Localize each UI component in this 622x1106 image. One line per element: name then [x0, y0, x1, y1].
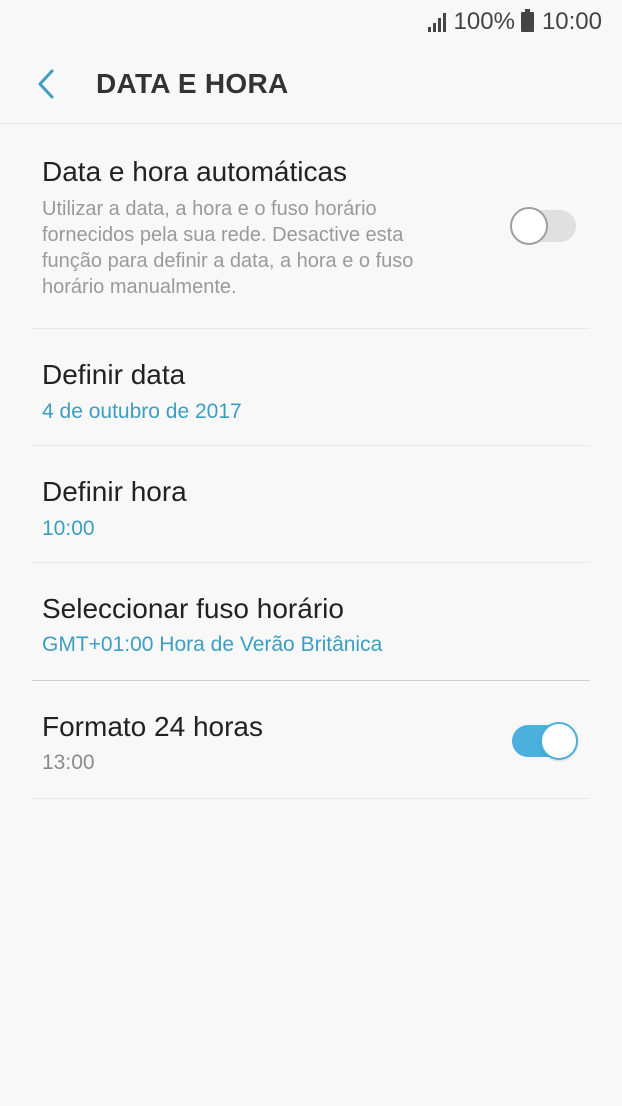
- battery-icon: [520, 9, 534, 32]
- set-time-row[interactable]: Definir hora 10:00: [32, 446, 590, 563]
- signal-icon: [427, 12, 446, 32]
- select-timezone-title: Seleccionar fuso horário: [42, 593, 344, 624]
- select-timezone-row[interactable]: Seleccionar fuso horário GMT+01:00 Hora …: [32, 563, 590, 681]
- format-24h-example: 13:00: [42, 751, 95, 774]
- page-title: DATA E HORA: [96, 67, 289, 99]
- set-date-title: Definir data: [42, 359, 186, 390]
- auto-date-time-toggle[interactable]: [510, 207, 576, 245]
- status-time: 10:00: [541, 8, 602, 35]
- format-24h-title: Formato 24 horas: [42, 711, 263, 742]
- battery-percentage: 100%: [453, 8, 515, 35]
- auto-date-time-description: Utilizar a data, a hora e o fuso horário…: [42, 198, 414, 298]
- status-bar: 100% 10:00: [0, 0, 622, 44]
- chevron-left-icon: [38, 69, 54, 98]
- toggle-knob: [540, 722, 578, 760]
- set-date-row[interactable]: Definir data 4 de outubro de 2017: [32, 329, 590, 446]
- select-timezone-value: GMT+01:00 Hora de Verão Britânica: [42, 633, 383, 656]
- set-date-value: 4 de outubro de 2017: [42, 400, 242, 423]
- app-bar: DATA E HORA: [0, 44, 622, 124]
- back-button[interactable]: [0, 44, 96, 124]
- format-24h-row[interactable]: Formato 24 horas 13:00: [32, 681, 590, 799]
- auto-date-time-title: Data e hora automáticas: [42, 156, 348, 187]
- auto-date-time-row[interactable]: Data e hora automáticas Utilizar a data,…: [32, 124, 590, 329]
- set-time-title: Definir hora: [42, 476, 187, 507]
- toggle-knob: [510, 207, 548, 245]
- set-time-value: 10:00: [42, 517, 95, 540]
- settings-list: Data e hora automáticas Utilizar a data,…: [32, 124, 590, 799]
- format-24h-toggle[interactable]: [512, 722, 578, 760]
